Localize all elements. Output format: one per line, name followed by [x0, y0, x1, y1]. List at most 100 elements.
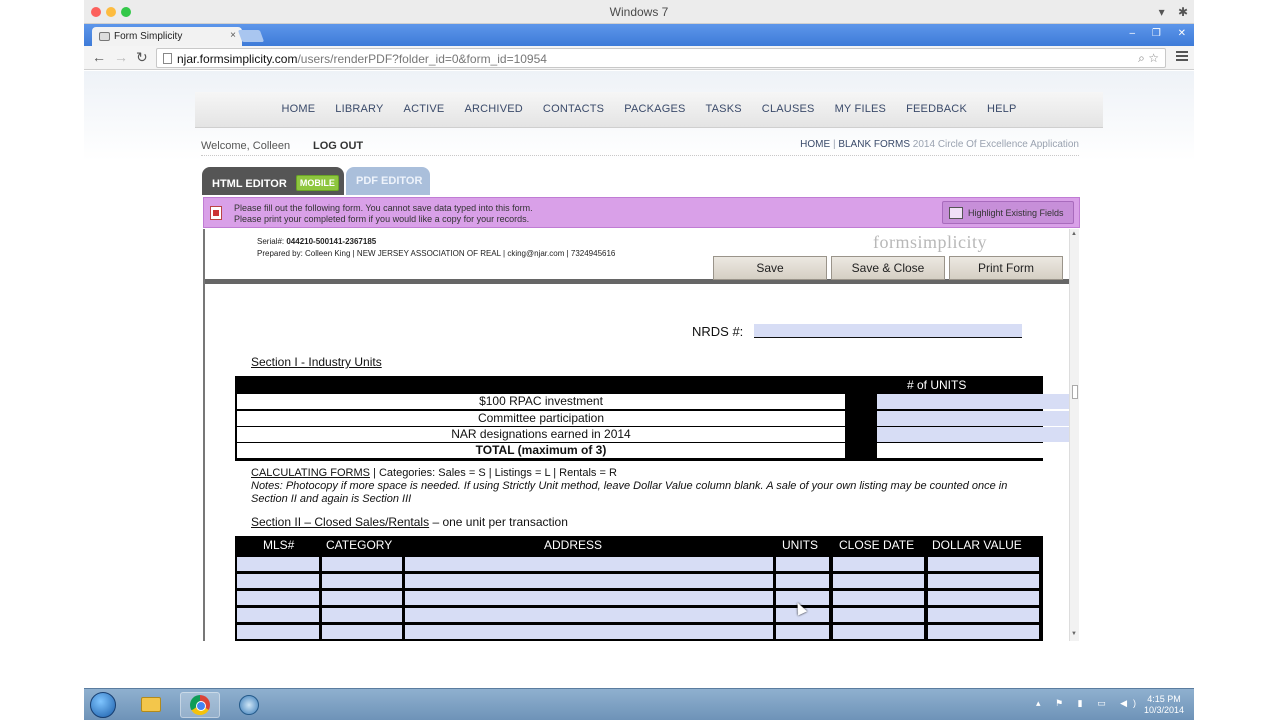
- calculating-forms-line: CALCULATING FORMS | Categories: Sales = …: [251, 467, 617, 479]
- clock-date: 10/3/2014: [1143, 705, 1184, 715]
- sales-cell-input[interactable]: [322, 574, 402, 588]
- units-input-rpac[interactable]: [877, 394, 1069, 409]
- clock-time: 4:15 PM: [1147, 694, 1181, 704]
- sales-cell-input[interactable]: [322, 608, 402, 622]
- breadcrumb-blank-forms[interactable]: BLANK FORMS: [838, 139, 910, 150]
- sales-cell-input[interactable]: [322, 625, 402, 639]
- sales-cell-input[interactable]: [776, 557, 829, 571]
- scroll-down-icon[interactable]: ▼: [1071, 631, 1077, 637]
- nav-item-my-files[interactable]: MY FILES: [835, 103, 887, 127]
- sales-cell-input[interactable]: [776, 574, 829, 588]
- menu-icon[interactable]: [1176, 51, 1188, 63]
- notice-line-1: Please fill out the following form. You …: [234, 203, 533, 213]
- col-category: CATEGORY: [326, 538, 393, 552]
- close-icon[interactable]: ✕: [1178, 28, 1186, 39]
- nav-item-tasks[interactable]: TASKS: [706, 103, 742, 127]
- nav-item-archived[interactable]: ARCHIVED: [464, 103, 522, 127]
- favicon-icon: [99, 32, 110, 41]
- serial-number: Serial#: 044210-500141-2367185: [257, 237, 376, 246]
- nrds-input[interactable]: [754, 324, 1022, 338]
- nav-item-help[interactable]: HELP: [987, 103, 1017, 127]
- main-navigation: HOME LIBRARY ACTIVE ARCHIVED CONTACTS PA…: [195, 92, 1103, 128]
- sales-cell-input[interactable]: [237, 574, 319, 588]
- nav-item-contacts[interactable]: CONTACTS: [543, 103, 604, 127]
- sales-cell-input[interactable]: [405, 557, 773, 571]
- highlight-fields-button[interactable]: Highlight Existing Fields: [942, 201, 1074, 224]
- page-viewport: HOME LIBRARY ACTIVE ARCHIVED CONTACTS PA…: [84, 71, 1194, 688]
- forward-arrow-icon[interactable]: →: [114, 49, 128, 65]
- formsimplicity-logo: formsimplicity: [873, 232, 987, 252]
- sales-table-header: MLS# CATEGORY ADDRESS UNITS CLOSE DATE D…: [235, 536, 1043, 555]
- nav-item-packages[interactable]: PACKAGES: [624, 103, 685, 127]
- highlight-icon: [949, 207, 963, 219]
- nav-item-feedback[interactable]: FEEDBACK: [906, 103, 967, 127]
- sales-cell-input[interactable]: [237, 625, 319, 639]
- units-input-committee[interactable]: [877, 411, 1069, 426]
- save-button[interactable]: Save: [713, 256, 827, 280]
- reload-icon[interactable]: ↻: [136, 49, 148, 66]
- sales-cell-input[interactable]: [928, 557, 1039, 571]
- bookmark-star-icon[interactable]: ☆: [1148, 51, 1159, 65]
- address-bar[interactable]: njar.formsimplicity.com/users/renderPDF?…: [156, 48, 1166, 68]
- nav-item-library[interactable]: LIBRARY: [335, 103, 383, 127]
- sales-cell-input[interactable]: [833, 591, 924, 605]
- units-input-nar[interactable]: [877, 427, 1069, 442]
- form-scrollbar[interactable]: ▲ ▼: [1069, 229, 1079, 641]
- sales-cell-input[interactable]: [237, 608, 319, 622]
- sales-cell-input[interactable]: [833, 557, 924, 571]
- restore-icon[interactable]: ❐: [1152, 28, 1161, 39]
- back-arrow-icon[interactable]: ←: [92, 49, 106, 65]
- print-form-button[interactable]: Print Form: [949, 256, 1063, 280]
- system-tray-icons[interactable]: ▴ ⚑ ▮ ▭ ◀): [1036, 698, 1142, 709]
- form-frame: Serial#: 044210-500141-2367185 Prepared …: [203, 229, 1073, 641]
- sales-cell-input[interactable]: [928, 608, 1039, 622]
- nav-item-clauses[interactable]: CLAUSES: [762, 103, 815, 127]
- sales-cell-input[interactable]: [833, 625, 924, 639]
- nav-item-home[interactable]: HOME: [281, 103, 315, 127]
- scroll-up-icon[interactable]: ▲: [1071, 231, 1077, 237]
- sales-cell-input[interactable]: [928, 625, 1039, 639]
- sales-cell-input[interactable]: [833, 608, 924, 622]
- new-tab-button[interactable]: [237, 30, 265, 42]
- gear-icon[interactable]: ✱: [1178, 5, 1188, 19]
- breadcrumb-current: 2014 Circle Of Excellence Application: [912, 139, 1079, 150]
- sales-cell-input[interactable]: [322, 557, 402, 571]
- desktop-right-margin: [1194, 0, 1280, 720]
- dropdown-triangle-icon[interactable]: ▾: [1159, 5, 1165, 19]
- taskbar-clock[interactable]: 4:15 PM 10/3/2014: [1144, 694, 1184, 716]
- zoom-icon[interactable]: ⌕: [1138, 51, 1145, 65]
- minimize-icon[interactable]: –: [1130, 28, 1136, 39]
- mobile-badge[interactable]: MOBILE: [295, 175, 339, 191]
- section-1-title-text: Section I - Industry Units: [251, 355, 382, 369]
- sales-cell-input[interactable]: [237, 591, 319, 605]
- app-taskbar-icon[interactable]: [229, 692, 269, 718]
- sales-cell-input[interactable]: [322, 591, 402, 605]
- sales-cell-input[interactable]: [405, 608, 773, 622]
- scroll-thumb[interactable]: [1072, 385, 1078, 399]
- breadcrumb-home[interactable]: HOME: [800, 139, 830, 150]
- browser-tab[interactable]: Form Simplicity ×: [92, 27, 242, 46]
- nrds-label: NRDS #:: [692, 324, 744, 339]
- browser-toolbar: ← → ↻ njar.formsimplicity.com/users/rend…: [84, 46, 1194, 70]
- save-close-button[interactable]: Save & Close: [831, 256, 945, 280]
- units-table: # of UNITS $100 RPAC investment Committe…: [235, 376, 1069, 461]
- sales-cell-input[interactable]: [405, 625, 773, 639]
- logout-link[interactable]: LOG OUT: [313, 140, 363, 152]
- sales-cell-input[interactable]: [833, 574, 924, 588]
- tab-pdf-editor[interactable]: PDF EDITOR: [346, 167, 430, 195]
- sales-cell-input[interactable]: [405, 574, 773, 588]
- sales-cell-input[interactable]: [237, 557, 319, 571]
- calculating-forms-link[interactable]: CALCULATING FORMS: [251, 467, 370, 479]
- sales-table-body: [235, 555, 1043, 641]
- sales-cell-input[interactable]: [776, 625, 829, 639]
- close-tab-icon[interactable]: ×: [230, 30, 236, 41]
- chrome-taskbar-icon[interactable]: [180, 692, 220, 718]
- start-button-icon[interactable]: [90, 692, 116, 718]
- nav-item-active[interactable]: ACTIVE: [404, 103, 445, 127]
- explorer-taskbar-icon[interactable]: [131, 692, 171, 718]
- sales-cell-input[interactable]: [405, 591, 773, 605]
- sales-cell-input[interactable]: [928, 591, 1039, 605]
- tab-html-editor[interactable]: HTML EDITOR MOBILE: [202, 167, 344, 195]
- sales-cell-input[interactable]: [928, 574, 1039, 588]
- notes-text: Notes: Photocopy if more space is needed…: [251, 480, 1008, 505]
